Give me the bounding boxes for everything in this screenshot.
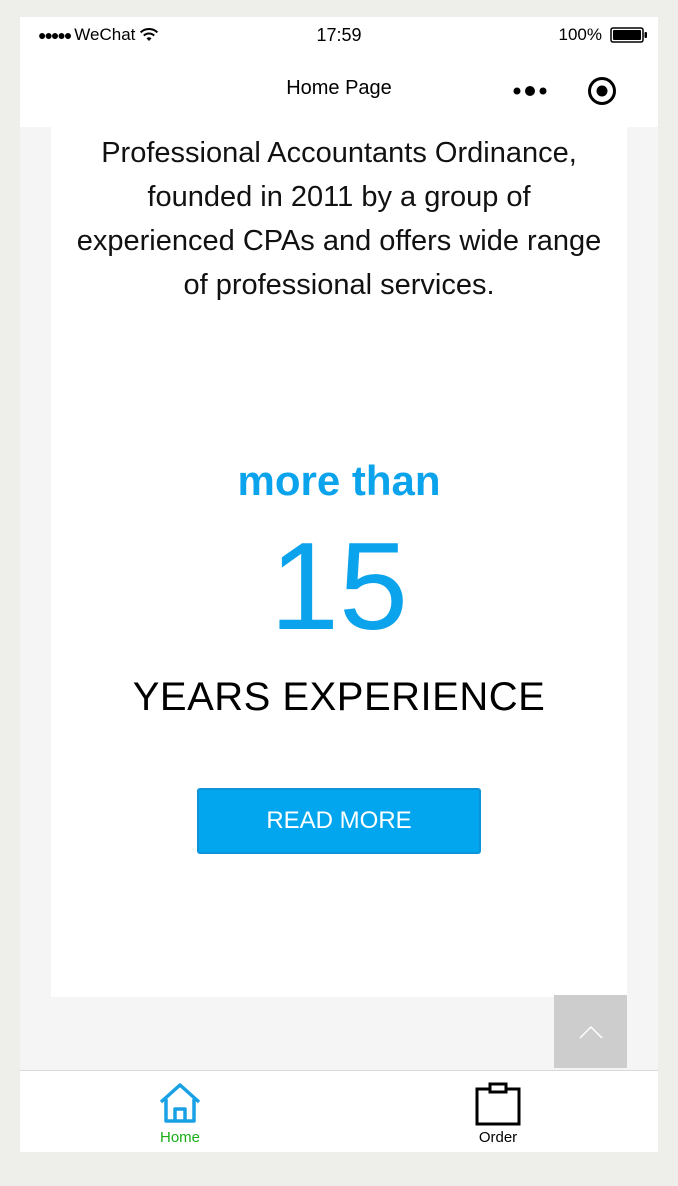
more-dots-icon[interactable] <box>510 81 550 101</box>
home-icon <box>159 1083 201 1123</box>
years-number: 15 <box>270 518 408 656</box>
more-than-label: more than <box>237 457 441 504</box>
status-right: 100% <box>559 25 648 45</box>
battery-icon <box>610 27 647 43</box>
page-title: Home Page <box>286 77 392 99</box>
back-to-top-button[interactable] <box>554 995 627 1068</box>
navigation-bar: Home Page <box>20 53 658 127</box>
tab-bar: Home Order <box>20 1070 658 1152</box>
tab-order-label: Order <box>478 1129 518 1146</box>
tab-home-label: Home <box>159 1129 200 1146</box>
status-bar: ●●●●● WeChat 17:59 100% <box>20 17 658 53</box>
phone-screen: ●●●●● WeChat 17:59 100% Home Page Profes… <box>20 17 658 1152</box>
content-card: Professional Accountants Ordinance, foun… <box>51 127 627 997</box>
chevron-up-icon <box>578 1025 603 1039</box>
battery-percent: 100% <box>558 25 602 44</box>
record-target-icon[interactable] <box>586 75 618 107</box>
tab-order[interactable]: Order <box>418 1071 578 1152</box>
intro-text: Professional Accountants Ordinance, foun… <box>76 137 602 301</box>
read-more-button[interactable]: READ MORE <box>197 788 481 854</box>
clipboard-icon <box>475 1082 521 1126</box>
years-experience-label: YEARS EXPERIENCE <box>132 675 546 719</box>
tab-home[interactable]: Home <box>100 1071 260 1152</box>
